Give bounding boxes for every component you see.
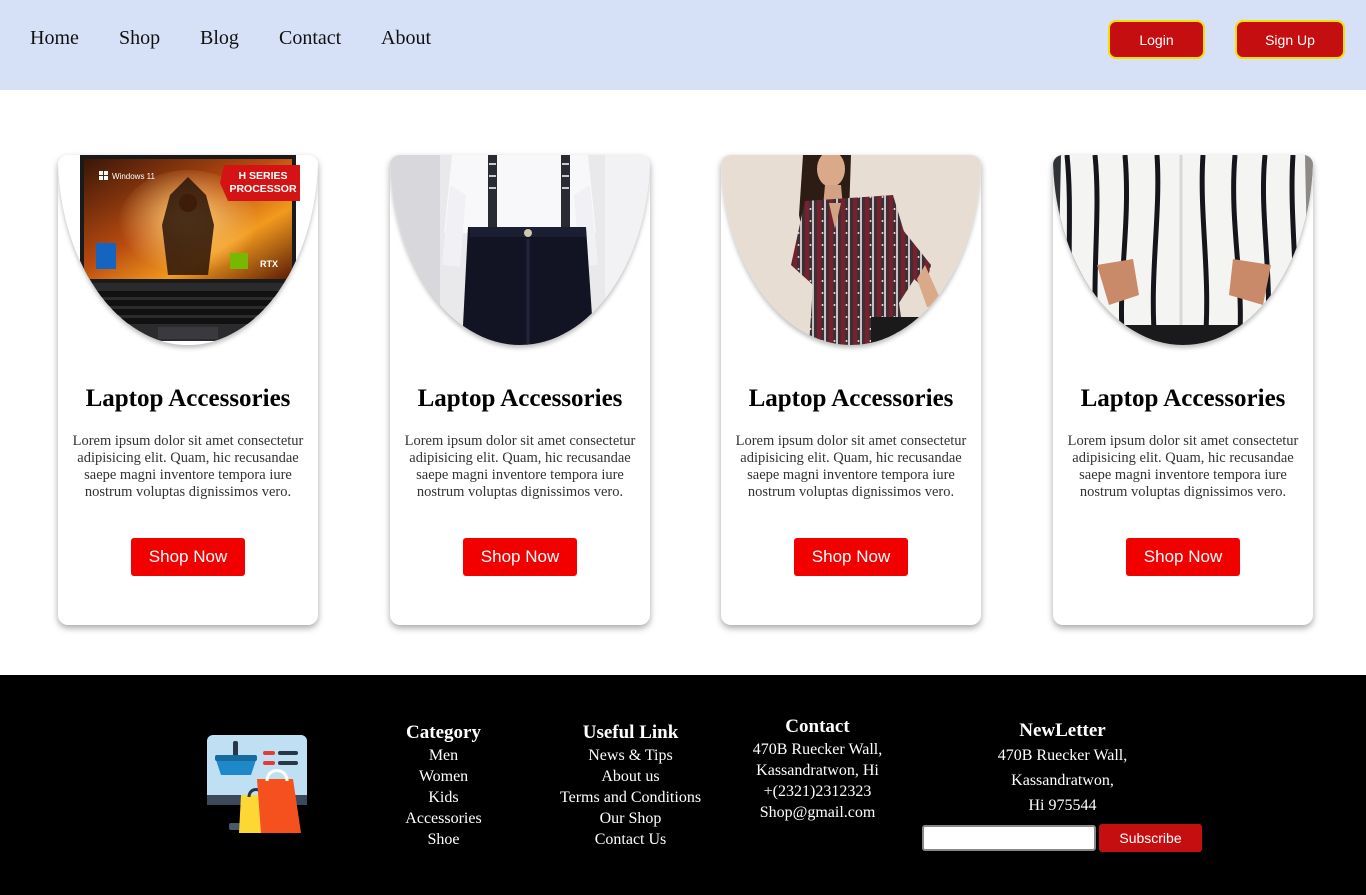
- card-title: Laptop Accessories: [748, 385, 954, 412]
- womens-top-product-image: [721, 155, 981, 345]
- nav-contact[interactable]: Contact: [279, 26, 341, 50]
- product-card: Laptop Accessories Lorem ipsum dolor sit…: [721, 155, 981, 625]
- laptop-gpu-label: RTX: [260, 259, 278, 269]
- footer-link-men[interactable]: Men: [380, 745, 507, 766]
- product-card: Laptop Accessories Lorem ipsum dolor sit…: [1053, 155, 1313, 625]
- card-title: Laptop Accessories: [417, 385, 623, 412]
- shop-now-button[interactable]: Shop Now: [794, 538, 908, 576]
- login-button[interactable]: Login: [1108, 20, 1205, 59]
- shop-now-button[interactable]: Shop Now: [1126, 538, 1240, 576]
- footer-link-our-shop[interactable]: Our Shop: [550, 808, 711, 829]
- product-card: Laptop Accessories Lorem ipsum dolor sit…: [390, 155, 650, 625]
- contact-email: Shop@gmail.com: [759, 804, 876, 821]
- footer: Category Men Women Kids Accessories Shoe…: [0, 675, 1366, 895]
- card-description: Lorem ipsum dolor sit amet consectetur a…: [735, 433, 967, 500]
- footer-category-title: Category: [406, 722, 481, 743]
- footer-useful-links-column: Useful Link News & Tips About us Terms a…: [550, 722, 711, 850]
- footer-link-accessories[interactable]: Accessories: [380, 808, 507, 829]
- footer-category-column: Category Men Women Kids Accessories Shoe: [380, 722, 507, 850]
- nav-blog[interactable]: Blog: [200, 26, 239, 50]
- nav-about[interactable]: About: [381, 26, 431, 50]
- footer-link-women[interactable]: Women: [380, 766, 507, 787]
- newsletter-line-1: 470B Ruecker Wall,: [997, 747, 1128, 764]
- shopping-cart-monitor-icon: [205, 733, 309, 837]
- nav-shop[interactable]: Shop: [119, 26, 160, 50]
- contact-phone: +(2321)2312323: [763, 783, 872, 800]
- card-description: Lorem ipsum dolor sit amet consectetur a…: [1067, 433, 1299, 500]
- shop-now-button[interactable]: Shop Now: [131, 538, 245, 576]
- footer-useful-title: Useful Link: [582, 722, 679, 743]
- footer-contact-column: Contact 470B Ruecker Wall, Kassandratwon…: [740, 716, 895, 823]
- contact-address-line-2: Kassandratwon, Hi: [756, 762, 879, 779]
- card-title: Laptop Accessories: [1080, 385, 1286, 412]
- newsletter-line-2: Kassandratwon,: [1011, 772, 1114, 789]
- product-card: Windows 11 H SERIES PROCESSOR RTX Laptop…: [58, 155, 318, 625]
- svg-text:PROCESSOR: PROCESSOR: [229, 183, 297, 195]
- newsletter-email-input[interactable]: [922, 825, 1096, 851]
- laptop-os-label: Windows 11: [112, 172, 156, 181]
- nav-home[interactable]: Home: [30, 26, 79, 50]
- svg-text:H SERIES: H SERIES: [238, 170, 287, 182]
- newsletter-line-3: Hi 975544: [1028, 797, 1097, 814]
- top-navbar: Home Shop Blog Contact About Login Sign …: [0, 0, 1366, 90]
- footer-link-kids[interactable]: Kids: [380, 787, 507, 808]
- laptop-product-image: Windows 11 H SERIES PROCESSOR RTX: [58, 155, 318, 345]
- footer-link-contact-us[interactable]: Contact Us: [550, 829, 711, 850]
- striped-shirt-product-image: [1053, 155, 1313, 345]
- footer-link-terms[interactable]: Terms and Conditions: [550, 787, 711, 808]
- card-description: Lorem ipsum dolor sit amet consectetur a…: [72, 433, 304, 500]
- footer-link-about-us[interactable]: About us: [550, 766, 711, 787]
- footer-contact-title: Contact: [785, 716, 850, 737]
- footer-newsletter-title: NewLetter: [1019, 720, 1106, 741]
- contact-address-line-1: 470B Ruecker Wall,: [752, 741, 883, 758]
- subscribe-button[interactable]: Subscribe: [1099, 824, 1202, 852]
- footer-link-news[interactable]: News & Tips: [550, 745, 711, 766]
- card-description: Lorem ipsum dolor sit amet consectetur a…: [404, 433, 636, 500]
- footer-newsletter-column: NewLetter 470B Ruecker Wall, Kassandratw…: [980, 720, 1145, 818]
- mens-suspenders-product-image: [390, 155, 650, 345]
- footer-link-shoe[interactable]: Shoe: [380, 829, 507, 850]
- card-title: Laptop Accessories: [85, 385, 291, 412]
- shop-now-button[interactable]: Shop Now: [463, 538, 577, 576]
- signup-button[interactable]: Sign Up: [1235, 20, 1345, 59]
